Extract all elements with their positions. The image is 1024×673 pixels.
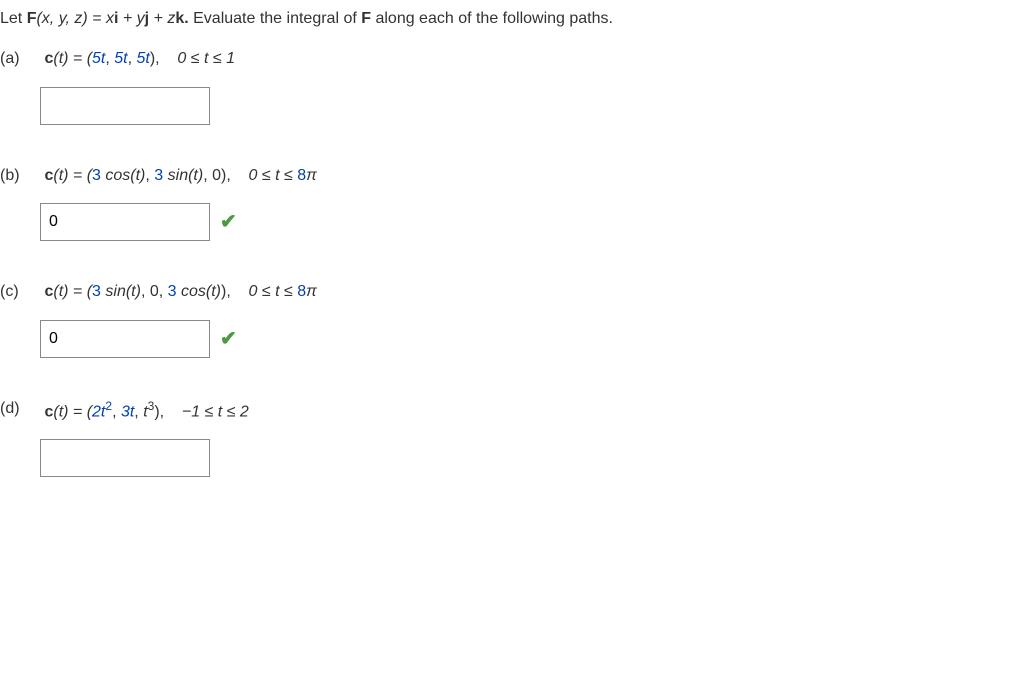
part-b-p2b: sin(t) <box>163 167 203 184</box>
part-d-p1: 2t <box>92 403 105 420</box>
check-icon: ✔ <box>220 208 237 236</box>
part-d-label: (d) <box>0 398 40 420</box>
part-c-c2: , <box>159 283 168 300</box>
part-b-range-num: 8 <box>297 167 306 184</box>
header-suffix: Evaluate the integral of <box>189 10 362 27</box>
part-b-content: c(t) = (3 cos(t), 3 sin(t), 0), 0 ≤ t ≤ … <box>44 165 316 187</box>
part-b-p2: 3 <box>154 167 163 184</box>
part-d-c2: , <box>134 403 143 420</box>
part-a-label: (a) <box>0 48 40 70</box>
part-d-answer-row <box>40 439 1016 477</box>
part-a-c2: , <box>128 50 137 67</box>
question-header: Let F(x, y, z) = xi + yj + zk. Evaluate … <box>0 8 1016 30</box>
part-a-p3: 5t <box>137 50 150 67</box>
part-b-topen: (t) = ( <box>53 167 92 184</box>
part-a: (a) c(t) = (5t, 5t, 5t), 0 ≤ t ≤ 1 <box>0 48 1016 124</box>
part-a-range: 0 ≤ t ≤ 1 <box>177 50 235 67</box>
part-c-topen: (t) = ( <box>53 283 92 300</box>
part-d-close: ), <box>154 403 164 420</box>
part-a-topen: (t) = ( <box>53 50 92 67</box>
part-d-c1: , <box>112 403 121 420</box>
part-c-answer-input[interactable] <box>40 320 210 358</box>
part-c-label: (c) <box>0 281 40 303</box>
header-k: k. <box>175 10 188 27</box>
part-d-range: −1 ≤ t ≤ 2 <box>182 403 249 420</box>
part-c-range-num: 8 <box>297 283 306 300</box>
header-plus-z: + z <box>149 10 175 27</box>
part-c-p1b: sin(t) <box>101 283 141 300</box>
part-b-p1b: cos(t) <box>101 167 145 184</box>
part-c-p1: 3 <box>92 283 101 300</box>
part-a-close: ), <box>150 50 160 67</box>
part-c-content: c(t) = (3 sin(t), 0, 3 cos(t)), 0 ≤ t ≤ … <box>44 281 316 303</box>
part-c-p3: 3 <box>168 283 177 300</box>
part-b-close: ), <box>221 167 231 184</box>
part-c-range-pi: π <box>306 283 317 300</box>
header-F: F <box>27 10 37 27</box>
part-a-p1: 5t <box>92 50 105 67</box>
header-args: (x, y, z) = x <box>36 10 113 27</box>
header-tail: along each of the following paths. <box>371 10 613 27</box>
part-b: (b) c(t) = (3 cos(t), 3 sin(t), 0), 0 ≤ … <box>0 165 1016 241</box>
part-c-range-pre: 0 ≤ t ≤ <box>249 283 298 300</box>
part-c-p3b: cos(t) <box>177 283 221 300</box>
part-a-p2: 5t <box>114 50 127 67</box>
part-c-answer-row: ✔ <box>40 320 1016 358</box>
part-a-content: c(t) = (5t, 5t, 5t), 0 ≤ t ≤ 1 <box>44 48 235 70</box>
part-b-label: (b) <box>0 165 40 187</box>
header-F2: F <box>361 10 371 27</box>
part-a-answer-row <box>40 87 1016 125</box>
part-d: (d) c(t) = (2t2, 3t, t3), −1 ≤ t ≤ 2 <box>0 398 1016 478</box>
part-b-c2: , <box>203 167 212 184</box>
part-b-range-pi: π <box>306 167 317 184</box>
header-text: Let <box>0 10 27 27</box>
header-plus-y: + y <box>118 10 144 27</box>
part-a-c1: , <box>105 50 114 67</box>
part-d-content: c(t) = (2t2, 3t, t3), −1 ≤ t ≤ 2 <box>44 398 248 424</box>
check-icon: ✔ <box>220 325 237 353</box>
part-c-c1: , <box>141 283 150 300</box>
part-d-answer-input[interactable] <box>40 439 210 477</box>
part-c: (c) c(t) = (3 sin(t), 0, 3 cos(t)), 0 ≤ … <box>0 281 1016 357</box>
part-b-answer-input[interactable] <box>40 203 210 241</box>
part-d-topen: (t) = ( <box>53 403 92 420</box>
part-d-p2: 3t <box>121 403 134 420</box>
part-a-answer-input[interactable] <box>40 87 210 125</box>
part-b-range-pre: 0 ≤ t ≤ <box>249 167 298 184</box>
part-b-p1: 3 <box>92 167 101 184</box>
part-b-answer-row: ✔ <box>40 203 1016 241</box>
part-b-p3: 0 <box>212 167 221 184</box>
part-b-c1: , <box>145 167 154 184</box>
part-c-p2: 0 <box>150 283 159 300</box>
part-c-close: ), <box>221 283 231 300</box>
